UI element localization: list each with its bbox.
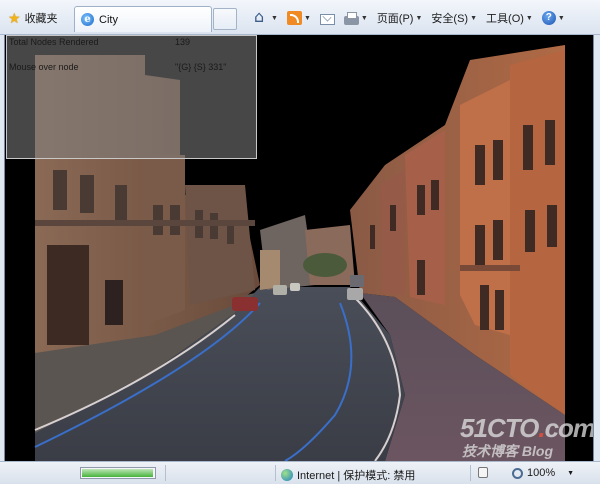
hud-label: Mouse over node [9, 62, 79, 72]
favorites-label: 收藏夹 [24, 13, 58, 25]
chevron-down-icon: ▼ [360, 14, 368, 22]
zone-label: Internet | 保护模式: 禁用 [297, 470, 416, 482]
favorites-button[interactable]: ★ 收藏夹 [4, 7, 70, 29]
watermark-line2: 技术博客 Blog [462, 443, 553, 459]
feeds-button[interactable]: ▼ [286, 11, 311, 25]
site-watermark: 51CTO.com 技术博客 Blog [460, 413, 594, 459]
hud-value: "{G} {S} 331" [175, 62, 227, 72]
new-tab-button[interactable] [213, 8, 237, 30]
security-zone[interactable]: Internet | 保护模式: 禁用 [281, 467, 415, 483]
chevron-down-icon: ▼ [525, 14, 533, 22]
star-icon: ★ [8, 10, 21, 26]
chevron-down-icon: ▼ [415, 14, 423, 22]
ie-icon: e [81, 13, 94, 26]
zoom-control[interactable]: 100% ▼ [512, 467, 574, 479]
chevron-down-icon: ▼ [557, 14, 565, 22]
home-button[interactable]: ▼ [254, 10, 278, 25]
tools-menu-label: 工具(O) [486, 13, 524, 25]
safety-menu-label: 安全(S) [431, 13, 469, 25]
page-menu-label: 页面(P) [376, 13, 414, 25]
divider [470, 465, 471, 481]
page-menu[interactable]: 页面(P) ▼ [377, 10, 423, 26]
divider [165, 465, 166, 481]
home-icon [254, 10, 269, 25]
tab-title: City [99, 13, 118, 26]
3d-viewport[interactable]: Total Nodes Rendered 139 Mouse over node… [4, 35, 594, 461]
page-load-progress [80, 467, 156, 479]
watermark-line1: 51CTO.com [460, 413, 594, 443]
chevron-down-icon: ▼ [303, 14, 311, 22]
command-bar: ▼ ▼ ▼ 页面(P) ▼ 安全(S) ▼ 工具(O) ▼ ▼ [254, 9, 574, 27]
globe-icon [281, 469, 293, 481]
tools-menu[interactable]: 工具(O) ▼ [486, 10, 533, 26]
printer-icon [343, 11, 359, 25]
safety-menu[interactable]: 安全(S) ▼ [431, 10, 477, 26]
help-icon [541, 11, 556, 25]
chevron-down-icon: ▼ [567, 469, 575, 477]
rss-icon [286, 11, 302, 25]
magnifier-icon [512, 467, 523, 479]
browser-toolbar: ★ 收藏夹 e City ▼ ▼ ▼ 页面(P) ▼ 安全(S) ▼ [0, 0, 600, 35]
zoom-level: 100% [527, 467, 556, 479]
tab-city[interactable]: e City [74, 6, 212, 32]
mail-icon [319, 13, 335, 25]
help-button[interactable]: ▼ [541, 11, 565, 25]
mail-button[interactable] [319, 13, 335, 25]
lock-icon[interactable] [478, 467, 488, 478]
hud-label: Total Nodes Rendered [9, 37, 99, 47]
hud-value: 139 [175, 37, 191, 47]
status-bar: Internet | 保护模式: 禁用 100% ▼ [0, 461, 600, 484]
stats-overlay: Total Nodes Rendered 139 Mouse over node… [6, 35, 257, 159]
divider [275, 465, 276, 481]
chevron-down-icon: ▼ [470, 14, 478, 22]
print-button[interactable]: ▼ [343, 11, 368, 25]
progress-fill [82, 469, 153, 477]
chevron-down-icon: ▼ [271, 14, 278, 22]
